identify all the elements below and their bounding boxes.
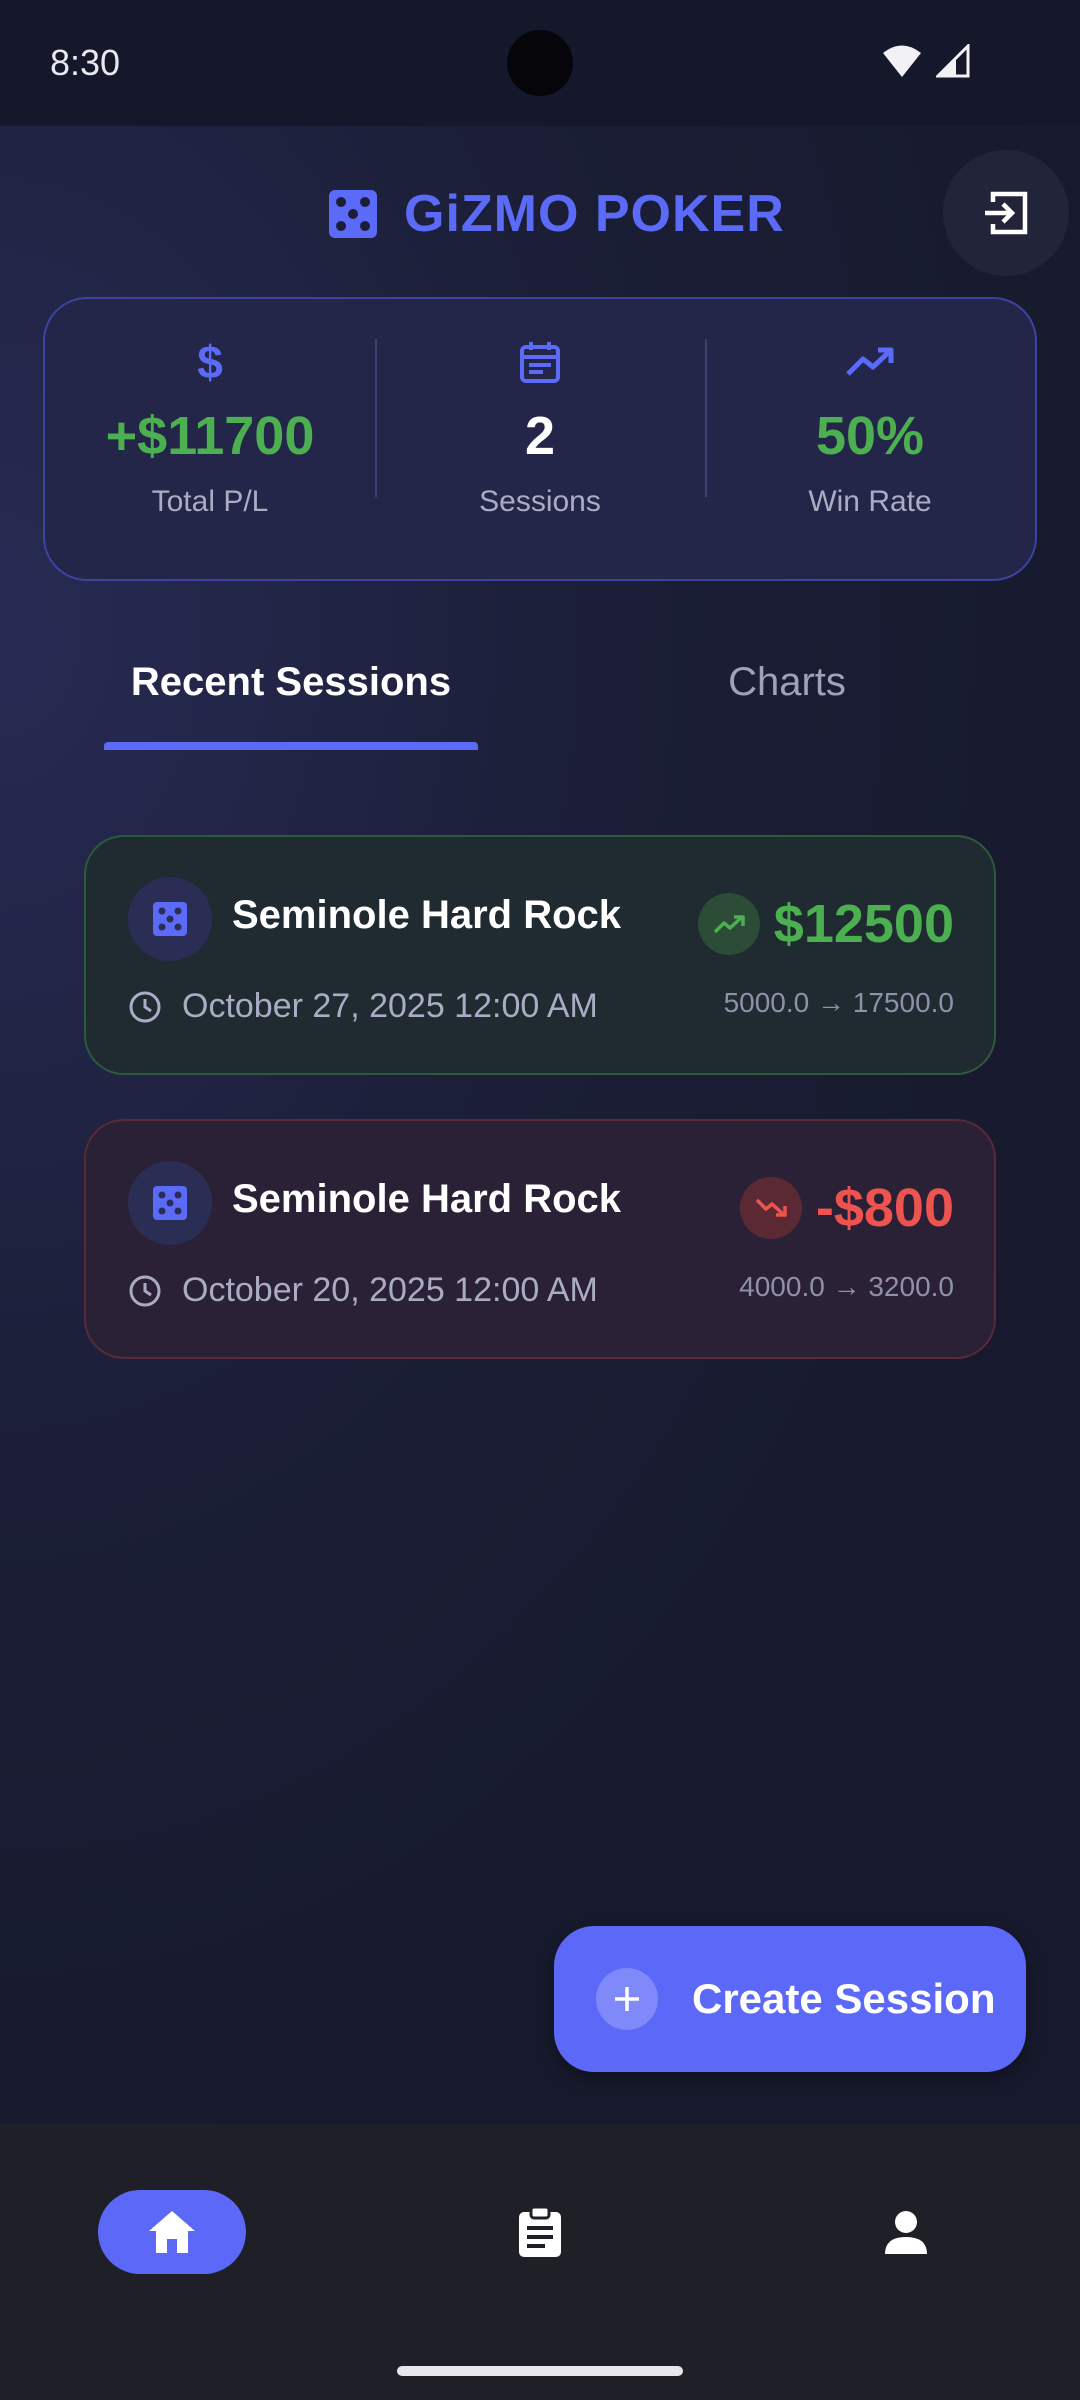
session-pl: -$800 (739, 1177, 954, 1239)
dice-icon (128, 877, 212, 961)
wifi-icon (883, 45, 921, 77)
session-bankroll: 4000.0 → 3200.0 (739, 1271, 954, 1302)
session-venue: Seminole Hard Rock (232, 1177, 622, 1221)
tab-indicator (104, 742, 478, 750)
app-title: GiZMO POKER (404, 185, 785, 243)
trending-down-icon (739, 1177, 802, 1239)
session-venue: Seminole Hard Rock (232, 893, 622, 937)
create-session-label: Create Session (692, 1975, 996, 2022)
stat-label: Win Rate (808, 485, 932, 518)
person-icon (885, 2211, 927, 2254)
session-bankroll: 5000.0 → 17500.0 (723, 987, 954, 1018)
stat-sessions: 2 Sessions (375, 299, 705, 579)
stats-card: $ +$11700 Total P/L 2 Sessions 50% Win R… (43, 297, 1037, 581)
clipboard-icon (519, 2206, 561, 2257)
status-time: 8:30 (50, 42, 121, 83)
calendar-icon (519, 339, 561, 385)
clock-icon (129, 991, 161, 1022)
dice-icon (329, 190, 377, 238)
session-amount: -$800 (815, 1178, 954, 1238)
nav-profile[interactable] (832, 2190, 980, 2274)
stat-label: Total P/L (151, 485, 269, 518)
plus-icon (596, 1968, 658, 2030)
session-card[interactable]: Seminole Hard Rock October 20, 2025 12:0… (84, 1119, 996, 1359)
brand: GiZMO POKER (328, 184, 785, 244)
stat-total-pl: $ +$11700 Total P/L (45, 299, 375, 579)
status-icons (882, 44, 970, 78)
session-date-row: October 20, 2025 12:00 AM (128, 1271, 598, 1310)
tab-bar: Recent Sessions Charts (0, 640, 1080, 752)
logout-button[interactable] (943, 150, 1069, 276)
app-header: GiZMO POKER (0, 126, 1080, 296)
session-date: October 20, 2025 12:00 AM (182, 1271, 598, 1309)
stat-value: 2 (524, 406, 556, 466)
stat-value: 50% (815, 406, 925, 466)
session-amount: $12500 (773, 894, 954, 954)
stat-win-rate: 50% Win Rate (705, 299, 1035, 579)
home-icon (149, 2211, 195, 2253)
tab-charts[interactable]: Charts (600, 660, 974, 705)
stat-label: Sessions (479, 485, 601, 518)
create-session-button[interactable]: Create Session (554, 1926, 1026, 2072)
session-pl: $12500 (697, 893, 954, 955)
signal-icon (936, 44, 970, 78)
bottom-nav (0, 2124, 1080, 2400)
stat-value: +$11700 (105, 406, 315, 466)
clock-icon (129, 1275, 161, 1306)
tab-recent-sessions[interactable]: Recent Sessions (104, 660, 478, 705)
camera-cutout (507, 30, 573, 96)
session-date-row: October 27, 2025 12:00 AM (128, 987, 598, 1026)
dollar-icon: $ (197, 336, 223, 388)
session-date: October 27, 2025 12:00 AM (182, 987, 598, 1025)
logout-icon (985, 191, 1028, 235)
home-indicator (397, 2366, 683, 2376)
session-card[interactable]: Seminole Hard Rock October 27, 2025 12:0… (84, 835, 996, 1075)
nav-sessions[interactable] (466, 2190, 614, 2274)
status-bar: 8:30 (0, 0, 1080, 126)
dice-icon (128, 1161, 212, 1245)
nav-home[interactable] (98, 2190, 246, 2274)
trending-up-icon (697, 893, 760, 955)
trending-up-icon (846, 339, 894, 385)
